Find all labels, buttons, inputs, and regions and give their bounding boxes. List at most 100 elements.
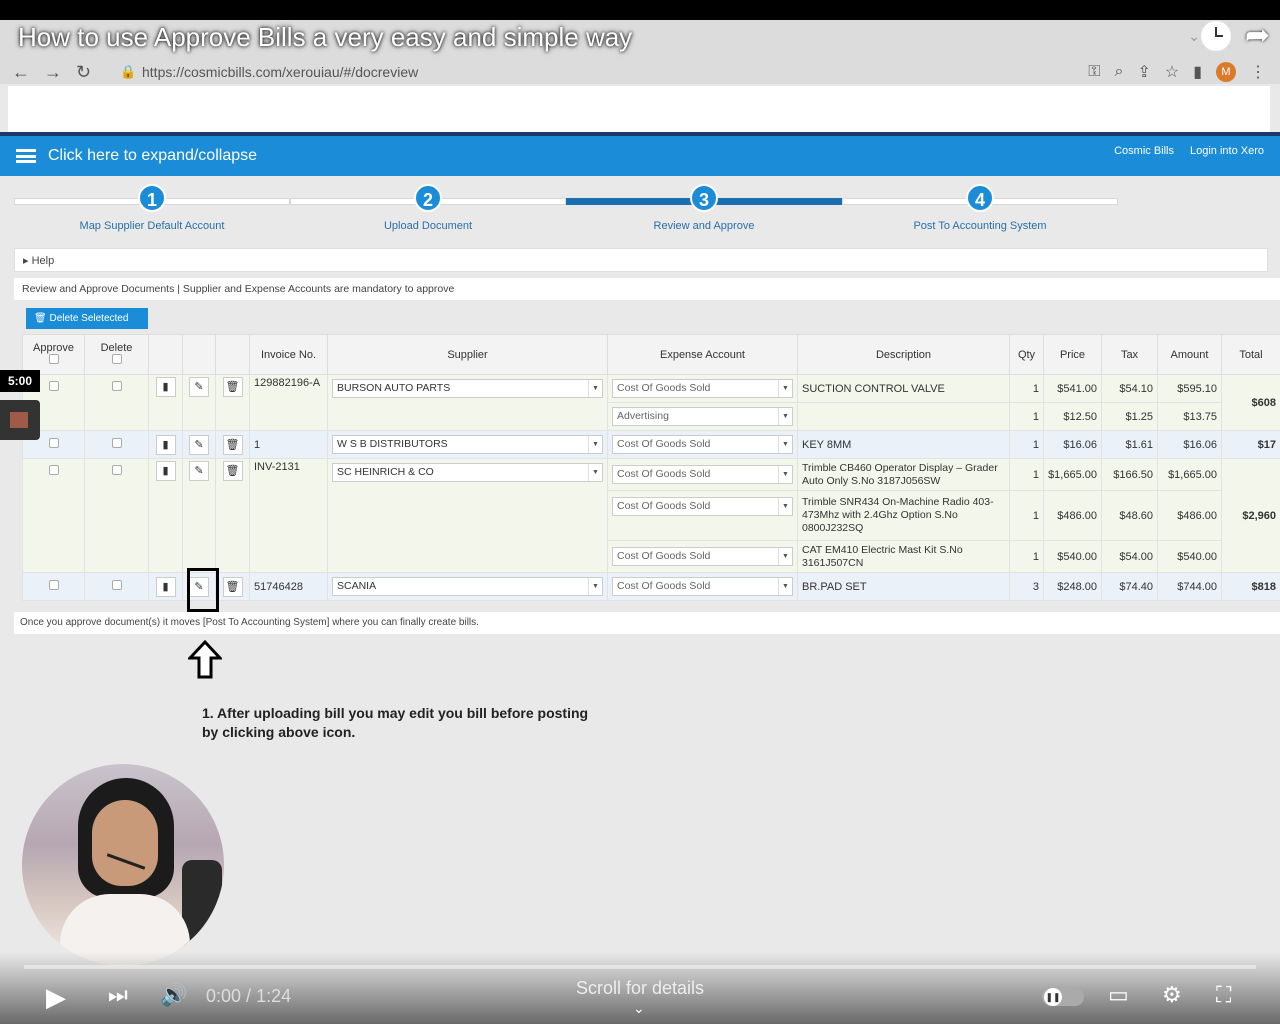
menu-dots-icon[interactable]: ⋮ [1250, 62, 1266, 82]
expand-collapse-link[interactable]: Click here to expand/collapse [48, 147, 257, 165]
expense-account-select[interactable]: Cost Of Goods Sold ▼ [612, 465, 793, 484]
trash-icon[interactable]: 🗑 [222, 377, 243, 397]
watch-later-icon[interactable] [1200, 20, 1231, 51]
invoice-number: 51746428 [249, 572, 328, 601]
hamburger-icon[interactable] [16, 149, 36, 163]
autoplay-toggle[interactable]: ❚❚ [1042, 988, 1084, 1006]
document-icon[interactable]: ▮ [155, 377, 176, 397]
step-4[interactable]: 4 Post To Accounting System [842, 184, 1118, 232]
step-label: Post To Accounting System [913, 220, 1047, 232]
sidepanel-icon[interactable]: ▮ [1193, 62, 1202, 82]
edit-icon[interactable]: ✎ [189, 377, 209, 397]
table-row: ▮ ✎ 🗑 INV-2131 SC HEINRICH & CO ▼ Cost Of… [22, 458, 1280, 573]
document-icon[interactable]: ▮ [155, 434, 176, 455]
approve-all-checkbox[interactable] [48, 354, 59, 364]
delete-selected-label: Delete Seletected [49, 313, 129, 324]
invoice-total: $608 [1221, 374, 1280, 431]
expense-account-select[interactable]: Cost Of Goods Sold ▼ [612, 379, 793, 398]
supplier-select[interactable]: SC HEINRICH & CO ▼ [332, 463, 603, 482]
document-icon[interactable]: ▮ [155, 576, 176, 597]
zoom-icon[interactable]: ⌕ [1114, 63, 1123, 81]
edit-icon[interactable]: ✎ [189, 434, 209, 455]
back-icon[interactable]: ← [12, 62, 30, 83]
play-icon[interactable]: ▶ [46, 982, 66, 1013]
chevron-down-icon: ▼ [588, 380, 602, 397]
forward-icon[interactable]: → [44, 62, 62, 83]
address-bar[interactable]: https://cosmicbills.com/xerouiau/#/docre… [142, 64, 418, 80]
timer-badge: 5:00 [0, 370, 40, 392]
next-icon[interactable]: ⏭ [108, 982, 128, 1008]
delete-checkbox[interactable] [111, 438, 122, 448]
supplier-select[interactable]: BURSON AUTO PARTS ▼ [332, 379, 603, 398]
exit-fullscreen-icon[interactable]: ⛶ [1216, 982, 1231, 1008]
video-title[interactable]: How to use Approve Bills a very easy and… [18, 22, 632, 53]
expense-account-select[interactable]: Cost Of Goods Sold ▼ [612, 577, 793, 596]
delete-selected-button[interactable]: 🗑 Delete Seletected [26, 308, 148, 329]
delete-checkbox[interactable] [111, 580, 122, 590]
settings-gear-icon[interactable]: ⚙ [1162, 982, 1182, 1008]
approve-checkbox[interactable] [48, 465, 59, 475]
delete-all-checkbox[interactable] [111, 354, 122, 364]
blank-banner [8, 86, 1270, 132]
step-label: Upload Document [383, 220, 473, 232]
invoice-number: INV-2131 [249, 458, 328, 573]
scroll-hint[interactable]: Scroll for details [540, 978, 740, 999]
volume-icon[interactable]: 🔊 [160, 982, 187, 1008]
step-label: Review and Approve [653, 220, 755, 232]
chevron-down-icon: ▼ [588, 578, 602, 595]
login-xero-link[interactable]: Login into Xero [1190, 145, 1264, 157]
reload-icon[interactable]: ↻ [76, 62, 91, 83]
step-2[interactable]: 2 Upload Document [290, 184, 566, 232]
document-icon[interactable]: ▮ [155, 461, 176, 481]
help-toggle[interactable]: ▸ Help [14, 248, 1268, 272]
chevron-down-icon: ▼ [778, 548, 792, 565]
step-1[interactable]: 1 Map Supplier Default Account [14, 184, 290, 232]
approve-checkbox[interactable] [48, 381, 59, 391]
col-supplier: Supplier [327, 334, 608, 375]
expense-account-select[interactable]: Cost Of Goods Sold ▼ [612, 435, 793, 454]
chevron-down-icon: ▼ [778, 578, 792, 595]
trash-icon[interactable]: 🗑 [222, 434, 243, 455]
col-tax: Tax [1101, 334, 1158, 375]
chevron-down-icon[interactable]: ⌄ [633, 1000, 645, 1017]
step-3[interactable]: 3 Review and Approve [566, 184, 842, 232]
expense-account-select[interactable]: Advertising ▼ [612, 407, 793, 426]
progress-bar[interactable] [24, 965, 1256, 969]
caret-right-icon: ▸ [23, 255, 29, 267]
expense-account-select[interactable]: Cost Of Goods Sold ▼ [612, 497, 793, 516]
approve-checkbox[interactable] [48, 580, 59, 590]
app-header: Click here to expand/collapse Cosmic Bil… [0, 136, 1280, 176]
footnote-text: Once you approve document(s) it moves [P… [14, 612, 1280, 634]
arrow-up-icon [188, 640, 222, 679]
cosmic-bills-link[interactable]: Cosmic Bills [1114, 145, 1174, 157]
video-top-bar [0, 0, 1280, 20]
delete-checkbox[interactable] [111, 381, 122, 391]
captions-icon[interactable]: ▭ [1108, 982, 1129, 1008]
profile-avatar[interactable]: M [1216, 62, 1236, 82]
share-icon[interactable]: ⇪ [1137, 62, 1150, 82]
step-number: 4 [966, 184, 994, 212]
screen: ← → ↻ 🔒 https://cosmicbills.com/xerouiau… [0, 0, 1280, 1024]
delete-checkbox[interactable] [111, 465, 122, 475]
expense-account-select[interactable]: Cost Of Goods Sold ▼ [612, 547, 793, 566]
stop-record-button[interactable] [0, 400, 40, 440]
col-delete: Delete [84, 334, 149, 375]
edit-icon[interactable]: ✎ [189, 461, 209, 481]
chevron-down-icon: ▼ [588, 464, 602, 481]
ghost-chevron-icon: ⌄ [1188, 28, 1200, 44]
star-icon[interactable]: ☆ [1165, 62, 1179, 82]
trash-icon[interactable]: 🗑 [222, 576, 243, 597]
supplier-select[interactable]: SCANIA ▼ [332, 577, 603, 596]
chevron-down-icon: ▼ [778, 498, 792, 515]
chevron-down-icon: ▼ [778, 466, 792, 483]
wizard-steps: 1 Map Supplier Default Account 2 Upload … [14, 184, 1118, 240]
key-icon[interactable]: ⚿ [1088, 63, 1100, 81]
supplier-select[interactable]: W S B DISTRIBUTORS ▼ [332, 435, 603, 454]
table-row: ▮ ✎ 🗑 129882196-A BURSON AUTO PARTS ▼ Cos… [22, 374, 1280, 431]
chevron-down-icon: ▼ [778, 436, 792, 453]
approve-checkbox[interactable] [48, 438, 59, 448]
trash-icon[interactable]: 🗑 [222, 461, 243, 481]
invoice-total: $2,960 [1221, 458, 1280, 573]
share-arrow-icon[interactable]: ➦ [1245, 18, 1270, 53]
chevron-down-icon: ▼ [778, 380, 792, 397]
